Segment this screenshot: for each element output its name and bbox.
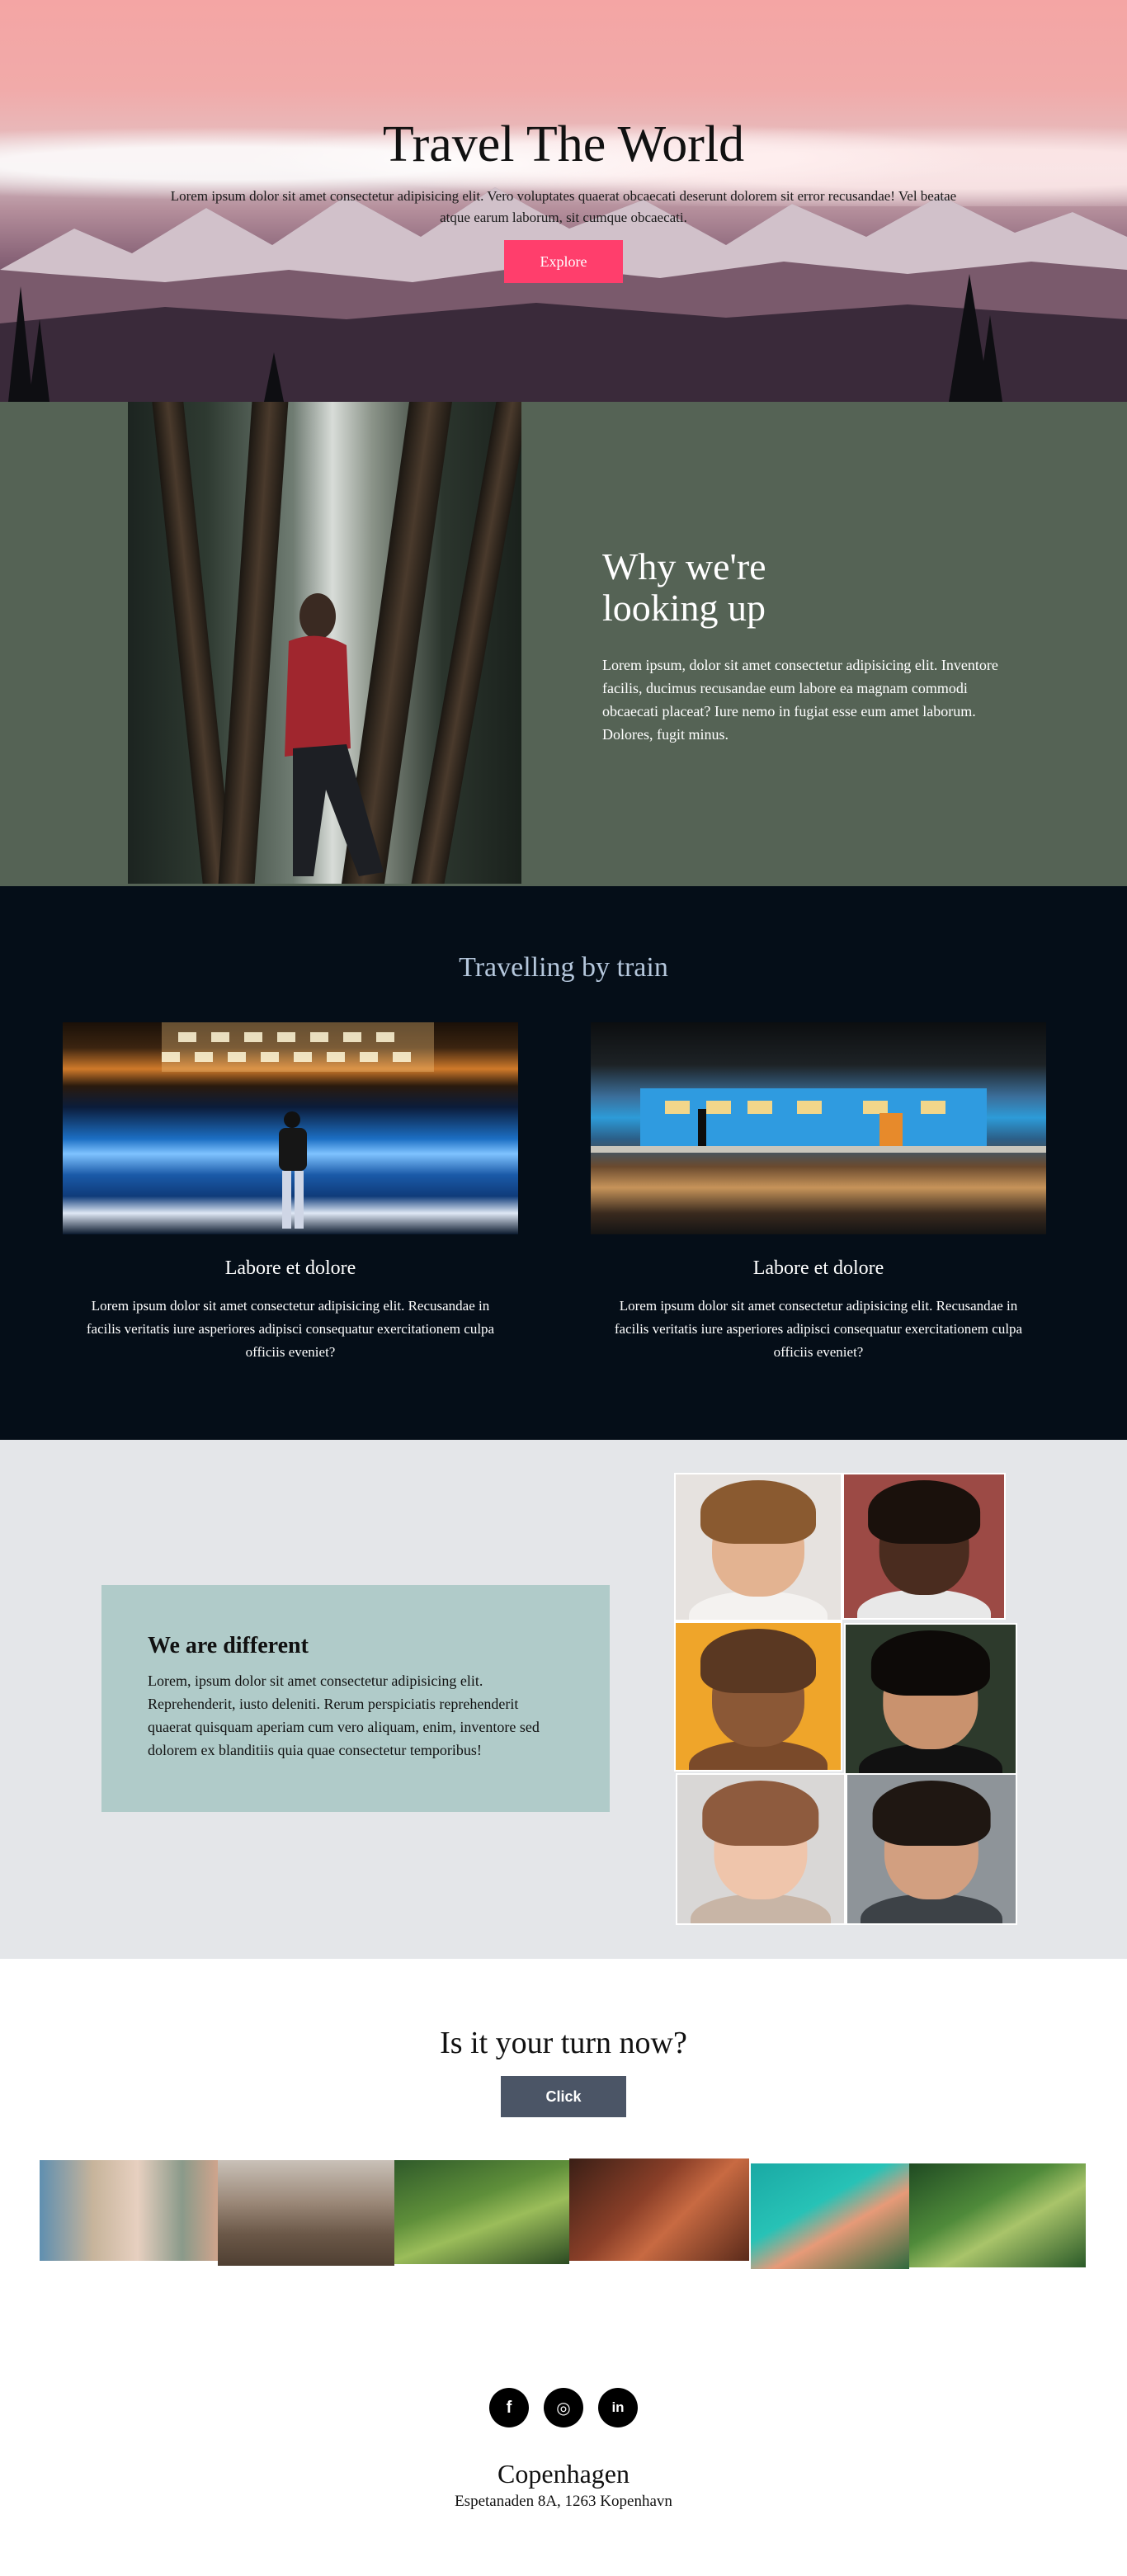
hero-text: Lorem ipsum dolor sit amet consectetur a… <box>170 188 957 225</box>
different-section: We are different Lorem, ipsum dolor sit … <box>0 1440 1127 1959</box>
traveler-figure <box>162 1022 434 1229</box>
card-title: Labore et dolore <box>752 1257 884 1279</box>
why-section: Why we're looking up Lorem ipsum, dolor … <box>0 402 1127 886</box>
social-links: f ◎ in <box>0 2305 1127 2427</box>
different-box: We are different Lorem, ipsum dolor sit … <box>101 1585 610 1812</box>
why-title: Why we're looking up <box>602 546 998 629</box>
gallery-photo-terraces <box>394 2160 569 2264</box>
gallery-photo-beach <box>751 2163 909 2269</box>
portrait-photo <box>846 1773 1017 1925</box>
why-text-block: Why we're looking up Lorem ipsum, dolor … <box>602 546 998 746</box>
train-photo-station <box>591 1022 1046 1234</box>
card-text: Lorem ipsum dolor sit amet consectetur a… <box>86 1298 495 1360</box>
portrait-grid <box>674 1473 1021 1927</box>
train-title: Travelling by train <box>459 952 668 983</box>
portrait-photo <box>676 1773 846 1925</box>
hero-title: Travel The World <box>382 116 745 172</box>
different-title: We are different <box>148 1633 309 1658</box>
hero-content: Travel The World Lorem ipsum dolor sit a… <box>0 116 1127 283</box>
linkedin-icon[interactable]: in <box>598 2388 638 2427</box>
footer-city: Copenhagen <box>497 2459 630 2489</box>
gallery-photo-ruins <box>218 2160 394 2266</box>
card-title: Labore et dolore <box>224 1257 356 1279</box>
station-train <box>591 1088 1046 1153</box>
why-body: Lorem ipsum, dolor sit amet consectetur … <box>602 657 998 743</box>
train-section: Travelling by train Labore et dolore Lor… <box>0 886 1127 1440</box>
gallery-photo-jungle <box>909 2163 1086 2267</box>
click-button[interactable]: Click <box>501 2076 626 2117</box>
facebook-icon[interactable]: f <box>489 2388 529 2427</box>
hiker-figure <box>285 593 384 876</box>
gallery-photo-street <box>40 2160 218 2261</box>
explore-button[interactable]: Explore <box>504 240 623 283</box>
different-body: Lorem, ipsum dolor sit amet consectetur … <box>148 1673 540 1758</box>
gallery-strip <box>0 2149 1127 2305</box>
why-title-line1: Why we're <box>602 545 766 587</box>
footer: f ◎ in Copenhagen Espetanaden 8A, 1263 K… <box>0 2305 1127 2576</box>
card-text: Lorem ipsum dolor sit amet consectetur a… <box>614 1298 1023 1360</box>
train-card: Labore et dolore Lorem ipsum dolor sit a… <box>591 1022 1046 1364</box>
why-title-line2: looking up <box>602 587 766 629</box>
cta-title: Is it your turn now? <box>440 2026 687 2060</box>
portrait-photo <box>674 1621 842 1772</box>
train-photo-platform <box>63 1022 518 1234</box>
cta-section: Is it your turn now? Click <box>0 1959 1127 2149</box>
instagram-icon[interactable]: ◎ <box>544 2388 583 2427</box>
train-card: Labore et dolore Lorem ipsum dolor sit a… <box>63 1022 518 1364</box>
portrait-photo <box>842 1473 1006 1620</box>
gallery-photo-canyon <box>569 2158 749 2261</box>
forest-photo <box>128 402 521 884</box>
footer-address: Espetanaden 8A, 1263 Kopenhavn <box>455 2493 672 2510</box>
portrait-photo <box>674 1473 842 1621</box>
hero-section: Travel The World Lorem ipsum dolor sit a… <box>0 0 1127 402</box>
portrait-photo <box>844 1623 1017 1775</box>
